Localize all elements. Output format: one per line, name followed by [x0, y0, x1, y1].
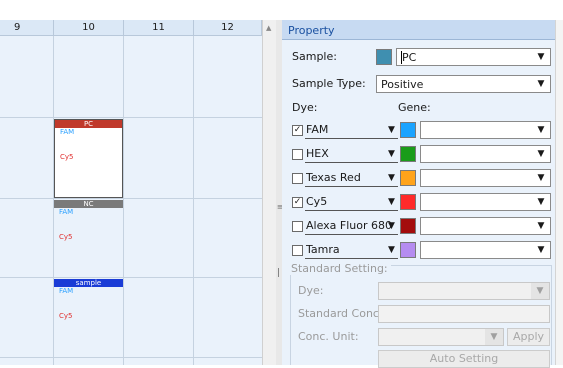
dye-name: FAM [306, 123, 329, 136]
conc-unit-combo[interactable]: ▼ [378, 328, 504, 346]
dye-color-swatch[interactable] [400, 146, 416, 162]
apply-button[interactable]: Apply [507, 328, 550, 346]
dye-checkbox[interactable] [292, 149, 303, 160]
well-dye-fam: FAM [59, 287, 74, 295]
grid-line [0, 357, 262, 358]
sample-type-label: Sample Type: [292, 77, 366, 90]
sample-color-swatch[interactable] [376, 49, 392, 65]
well-nc[interactable]: NC FAM Cy5 [54, 200, 123, 277]
chevron-down-icon[interactable]: ▼ [388, 173, 395, 183]
well-dye-cy5: Cy5 [60, 153, 74, 161]
top-strip [0, 0, 563, 20]
well-pc[interactable]: PC FAM Cy5 [54, 119, 123, 198]
standard-setting-title: Standard Setting: [288, 262, 391, 275]
property-panel-title: Property [288, 24, 335, 37]
dye-color-swatch[interactable] [400, 218, 416, 234]
gene-combo[interactable]: ▼ [420, 169, 551, 187]
dye-checkbox[interactable] [292, 173, 303, 184]
column-header-label: 9 [14, 22, 21, 33]
dye-name: Cy5 [306, 195, 328, 208]
dye-underline [305, 210, 398, 211]
gene-combo[interactable]: ▼ [420, 193, 551, 211]
column-header-11[interactable]: 11 [124, 20, 194, 36]
dye-checkbox[interactable]: ✓ [292, 197, 303, 208]
dye-name: Alexa Fluor 680 [306, 219, 393, 232]
dye-name: Tamra [306, 243, 340, 256]
well-sample[interactable]: sample FAM Cy5 [54, 279, 123, 356]
chevron-down-icon[interactable]: ▼ [531, 283, 549, 299]
auto-setting-button[interactable]: Auto Setting [378, 350, 550, 368]
panel-vertical-scrollbar[interactable] [555, 20, 563, 365]
well-dye-fam: FAM [59, 208, 74, 216]
plate-vertical-scrollbar[interactable]: ▲ [262, 20, 276, 365]
dye-color-swatch[interactable] [400, 242, 416, 258]
plate-grid[interactable]: 9 10 11 12 PC FAM Cy5 NC FAM Cy5 sample … [0, 20, 262, 365]
well-dye-cy5: Cy5 [59, 312, 73, 320]
chevron-down-icon[interactable]: ▼ [388, 221, 395, 231]
column-header-label: 10 [82, 22, 95, 33]
conc-unit-label: Conc. Unit: [298, 330, 359, 343]
dye-checkbox[interactable] [292, 245, 303, 256]
chevron-down-icon[interactable]: ▼ [388, 245, 395, 255]
chevron-down-icon[interactable]: ▼ [388, 197, 395, 207]
splitter-grip-icon: | [277, 268, 281, 278]
well-dye-cy5: Cy5 [59, 233, 73, 241]
grid-line [193, 36, 194, 365]
column-header-10[interactable]: 10 [54, 20, 124, 36]
standard-conc-label: Standard Conc.: [298, 307, 387, 320]
chevron-down-icon[interactable]: ▼ [388, 149, 395, 159]
grid-line [0, 277, 262, 278]
standard-dye-combo[interactable]: ▼ [378, 282, 550, 300]
chevron-down-icon[interactable]: ▼ [532, 146, 550, 162]
scroll-up-arrow-icon[interactable]: ▲ [266, 24, 271, 32]
dye-header-label: Dye: [292, 101, 318, 114]
sample-value: PC [402, 51, 417, 64]
column-header-9[interactable]: 9 [0, 20, 54, 36]
dye-name: Texas Red [306, 171, 361, 184]
chevron-down-icon[interactable]: ▼ [532, 122, 550, 138]
property-panel-header: Property [282, 20, 555, 40]
gene-combo[interactable]: ▼ [420, 121, 551, 139]
well-title: PC [55, 120, 122, 128]
chevron-down-icon[interactable]: ▼ [532, 76, 550, 92]
chevron-down-icon[interactable]: ▼ [532, 242, 550, 258]
dye-checkbox[interactable]: ✓ [292, 125, 303, 136]
sample-type-value: Positive [381, 78, 424, 91]
dye-name: HEX [306, 147, 329, 160]
chevron-down-icon[interactable]: ▼ [388, 125, 395, 135]
chevron-down-icon[interactable]: ▼ [532, 170, 550, 186]
dye-underline [305, 186, 398, 187]
well-title: NC [54, 200, 123, 208]
chevron-down-icon[interactable]: ▼ [532, 49, 550, 65]
sample-label: Sample: [292, 50, 337, 63]
gene-combo[interactable]: ▼ [420, 241, 551, 259]
grid-line [0, 198, 262, 199]
dye-color-swatch[interactable] [400, 170, 416, 186]
sample-type-combo[interactable]: Positive ▼ [376, 75, 551, 93]
dye-color-swatch[interactable] [400, 122, 416, 138]
standard-dye-label: Dye: [298, 284, 324, 297]
gene-combo[interactable]: ▼ [420, 145, 551, 163]
column-header-label: 11 [152, 22, 165, 33]
chevron-down-icon[interactable]: ▼ [532, 218, 550, 234]
chevron-down-icon[interactable]: ▼ [532, 194, 550, 210]
well-title: sample [54, 279, 123, 287]
dye-underline [305, 234, 398, 235]
standard-conc-input[interactable] [378, 305, 550, 323]
well-dye-fam: FAM [60, 128, 75, 136]
column-header-label: 12 [221, 22, 234, 33]
gene-header-label: Gene: [398, 101, 431, 114]
dye-color-swatch[interactable] [400, 194, 416, 210]
dye-underline [305, 162, 398, 163]
dye-checkbox[interactable] [292, 221, 303, 232]
sample-combo[interactable]: PC ▼ [396, 48, 551, 66]
dye-underline [305, 138, 398, 139]
gene-combo[interactable]: ▼ [420, 217, 551, 235]
dye-underline [305, 258, 398, 259]
column-header-12[interactable]: 12 [194, 20, 262, 36]
chevron-down-icon[interactable]: ▼ [485, 329, 503, 345]
grid-line [0, 117, 262, 118]
grid-line [123, 36, 124, 365]
